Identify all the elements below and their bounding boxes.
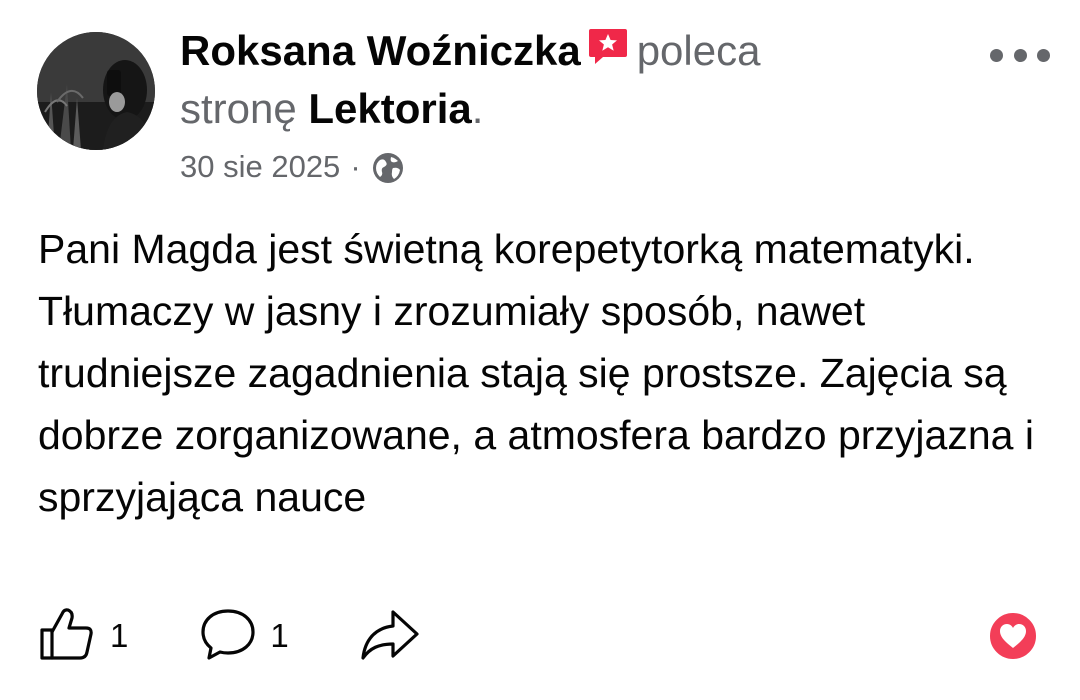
more-options-icon[interactable] <box>990 40 1050 70</box>
page-suffix: . <box>471 85 484 132</box>
comment-button[interactable]: 1 <box>198 606 289 667</box>
share-button[interactable] <box>359 606 421 667</box>
recommendation-post: Roksana Woźniczka poleca stronę Lektoria… <box>0 0 1080 700</box>
post-body-text: Pani Magda jest świetną korepetytorką ma… <box>38 226 1034 520</box>
like-button[interactable]: 1 <box>38 606 128 667</box>
comment-count: 1 <box>270 617 289 654</box>
globe-icon[interactable] <box>371 150 405 184</box>
avatar[interactable] <box>37 32 155 150</box>
action-bar: 1 1 <box>38 606 421 666</box>
comment-icon <box>198 606 258 667</box>
post-header: Roksana Woźniczka poleca stronę Lektoria… <box>180 22 940 138</box>
post-date[interactable]: 30 sie 2025 <box>180 142 340 192</box>
heart-reaction-icon[interactable] <box>987 610 1039 662</box>
page-name[interactable]: Lektoria <box>308 85 471 132</box>
thumbs-up-icon <box>38 606 98 667</box>
author-name[interactable]: Roksana Woźniczka <box>180 27 581 74</box>
like-count: 1 <box>110 617 129 654</box>
post-meta: 30 sie 2025 · <box>180 142 405 192</box>
meta-separator: · <box>350 149 361 184</box>
more-dot <box>990 48 1003 62</box>
more-dot <box>1037 48 1050 62</box>
page-prefix: stronę <box>180 85 297 132</box>
recommends-text: poleca <box>636 27 761 74</box>
recommend-badge-icon <box>587 25 629 67</box>
share-icon <box>359 606 421 667</box>
more-dot <box>1013 48 1027 62</box>
